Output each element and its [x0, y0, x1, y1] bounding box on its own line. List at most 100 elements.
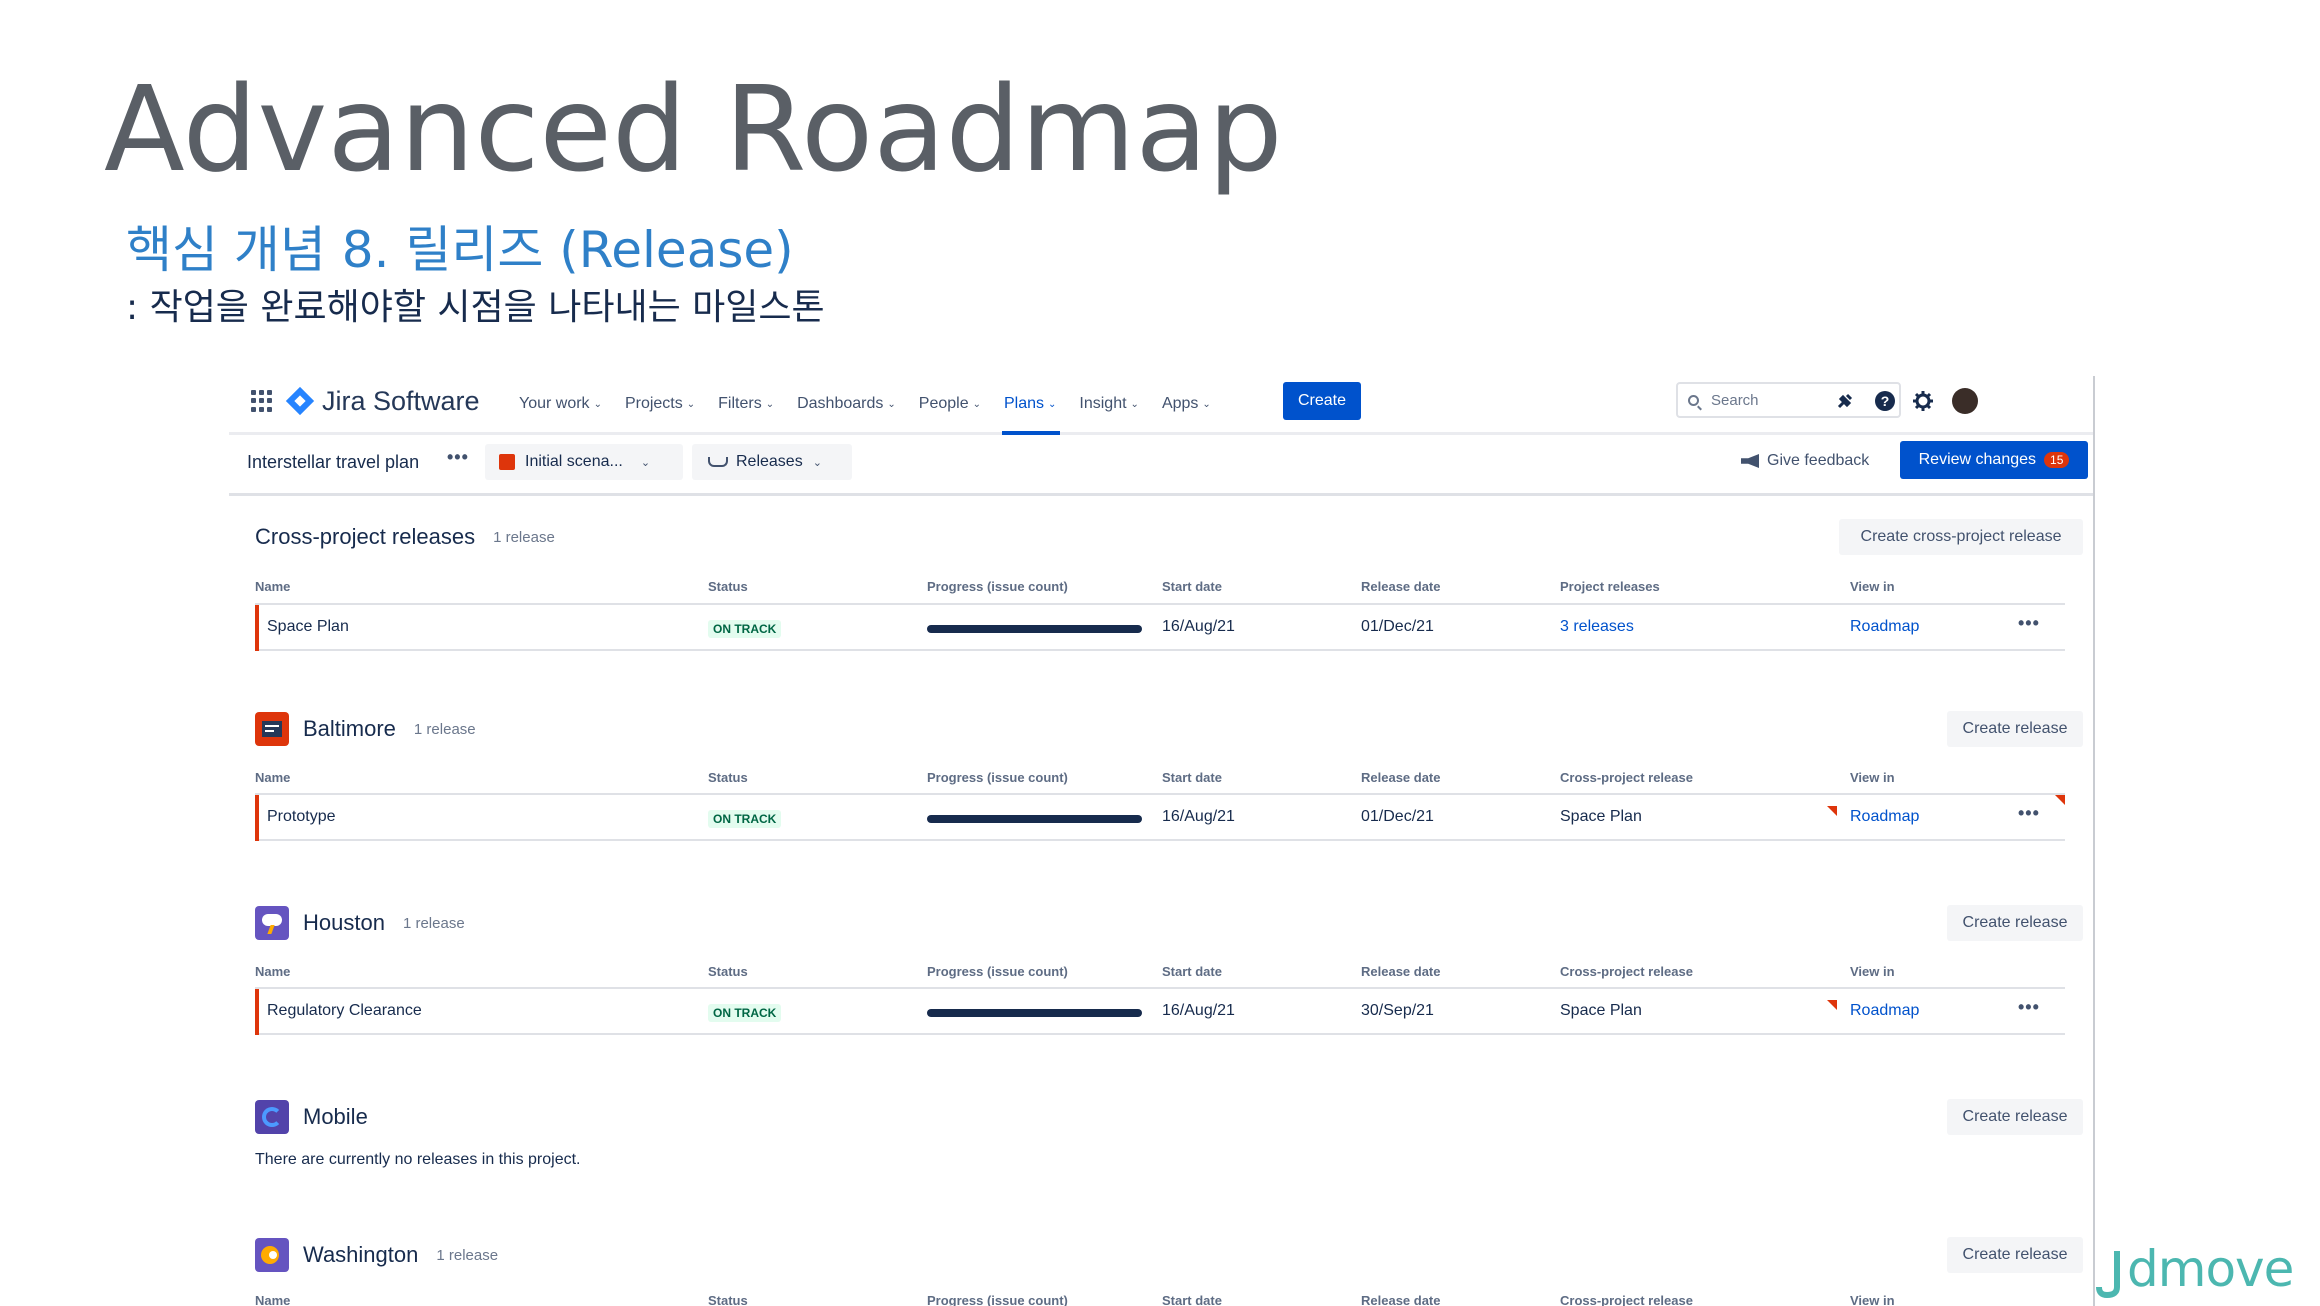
change-flag-icon	[1827, 1000, 1837, 1010]
row-color-bar	[255, 989, 259, 1035]
column-header: View in	[1850, 964, 1895, 979]
table-row[interactable]: Regulatory Clearance ON TRACK 16/Aug/21 …	[255, 989, 2065, 1035]
status-badge: ON TRACK	[708, 620, 782, 638]
scenario-label: Initial scena...	[525, 453, 623, 470]
column-header: Name	[255, 770, 291, 785]
chevron-down-icon: ⌄	[1130, 398, 1139, 410]
cross-project-release: Space Plan	[1560, 808, 1642, 825]
progress-bar	[927, 625, 1142, 633]
project-releases-link[interactable]: 3 releases	[1560, 618, 1634, 636]
section-title: Houston	[303, 910, 385, 935]
nav-your-work[interactable]: Your work ⌄	[519, 376, 602, 432]
nav-insight[interactable]: Insight ⌄	[1079, 376, 1139, 432]
section-title: Washington	[303, 1242, 419, 1267]
column-header: Status	[708, 1293, 748, 1306]
chevron-down-icon: ⌄	[812, 456, 822, 469]
svg-text:?: ?	[1881, 393, 1890, 409]
create-release-button[interactable]: Create release	[1947, 1237, 2083, 1273]
start-date: 16/Aug/21	[1162, 1002, 1235, 1019]
create-release-button[interactable]: Create release	[1947, 1099, 2083, 1135]
cross-project-release: Space Plan	[1560, 1002, 1642, 1019]
review-count-badge: 15	[2044, 452, 2070, 468]
column-header: Progress (issue count)	[927, 1293, 1068, 1306]
jira-logo[interactable]: Jira Software	[285, 386, 480, 416]
nav-plans[interactable]: Plans ⌄	[1001, 376, 1061, 435]
megaphone-icon	[1741, 454, 1759, 468]
plan-name[interactable]: Interstellar travel plan	[247, 452, 419, 473]
column-header: Status	[708, 964, 748, 979]
slide-description: : 작업을 완료해야할 시점을 나타내는 마일스톤	[126, 287, 825, 328]
column-header: Start date	[1162, 770, 1222, 785]
create-cross-project-release-button[interactable]: Create cross-project release	[1839, 519, 2083, 555]
release-date: 01/Dec/21	[1361, 618, 1434, 635]
release-count: 1 release	[436, 1246, 499, 1264]
column-header: Progress (issue count)	[927, 770, 1068, 785]
nav-filters[interactable]: Filters ⌄	[718, 376, 774, 432]
mobile-project-icon	[255, 1100, 289, 1134]
column-header: Status	[708, 770, 748, 785]
chevron-down-icon: ⌄	[1048, 398, 1057, 410]
releases-dropdown[interactable]: Releases ⌄	[692, 444, 852, 480]
status-badge: ON TRACK	[708, 1004, 782, 1022]
column-header: Cross-project release	[1560, 964, 1693, 979]
feedback-label: Give feedback	[1767, 452, 1870, 469]
column-header: Cross-project release	[1560, 770, 1693, 785]
help-icon[interactable]: ?	[1873, 389, 1897, 413]
release-name[interactable]: Prototype	[267, 808, 335, 826]
column-header: Progress (issue count)	[927, 579, 1068, 594]
column-header: Name	[255, 579, 291, 594]
slide-title: Advanced Roadmap	[104, 60, 1283, 198]
nav-projects[interactable]: Projects ⌄	[625, 376, 695, 432]
plan-more-icon[interactable]: •••	[447, 447, 469, 468]
user-avatar[interactable]	[1952, 388, 1978, 414]
roadmap-link[interactable]: Roadmap	[1850, 618, 1919, 636]
column-header: Name	[255, 964, 291, 979]
column-header: Release date	[1361, 1293, 1441, 1306]
baltimore-project-icon	[255, 712, 289, 746]
chevron-down-icon: ⌄	[887, 398, 896, 410]
column-header: Name	[255, 1293, 291, 1306]
notifications-icon[interactable]	[1833, 389, 1857, 413]
search-icon	[1688, 394, 1699, 406]
roadmap-link[interactable]: Roadmap	[1850, 1002, 1919, 1020]
change-flag-icon	[1827, 806, 1837, 816]
watermark-text: dmove	[2127, 1240, 2294, 1298]
give-feedback-button[interactable]: Give feedback	[1741, 452, 1869, 470]
slide-subtitle: 핵심 개념 8. 릴리즈 (Release)	[126, 221, 794, 279]
more-icon[interactable]: •••	[2018, 997, 2040, 1018]
release-count: 1 release	[493, 528, 555, 546]
screenshot-border	[2093, 376, 2095, 1306]
scenario-dropdown[interactable]: Initial scena... ⌄	[485, 444, 683, 480]
chevron-down-icon: ⌄	[972, 398, 981, 410]
create-button[interactable]: Create	[1283, 382, 1361, 420]
section-title: Baltimore	[303, 716, 396, 741]
dmove-logo-icon	[2096, 1250, 2120, 1298]
release-date: 01/Dec/21	[1361, 808, 1434, 825]
column-header: Progress (issue count)	[927, 964, 1068, 979]
review-label: Review changes	[1918, 451, 2037, 468]
search-placeholder: Search	[1711, 391, 1759, 409]
nav-apps[interactable]: Apps ⌄	[1162, 376, 1211, 432]
table-row[interactable]: Space Plan ON TRACK 16/Aug/21 01/Dec/21 …	[255, 605, 2065, 651]
settings-icon[interactable]	[1911, 389, 1935, 413]
plan-toolbar: Interstellar travel plan ••• Initial sce…	[229, 435, 2094, 496]
release-date: 30/Sep/21	[1361, 1002, 1434, 1019]
nav-dashboards[interactable]: Dashboards ⌄	[797, 376, 896, 432]
release-name[interactable]: Space Plan	[267, 618, 349, 636]
more-icon[interactable]: •••	[2018, 803, 2040, 824]
create-release-button[interactable]: Create release	[1947, 905, 2083, 941]
review-changes-button[interactable]: Review changes 15	[1900, 441, 2088, 479]
row-color-bar	[255, 605, 259, 651]
column-header: Release date	[1361, 579, 1441, 594]
nav-people[interactable]: People ⌄	[919, 376, 981, 432]
column-header: Release date	[1361, 964, 1441, 979]
search-input[interactable]: Search	[1676, 382, 1901, 418]
create-release-button[interactable]: Create release	[1947, 711, 2083, 747]
roadmap-link[interactable]: Roadmap	[1850, 808, 1919, 826]
app-switcher-icon[interactable]	[251, 390, 273, 412]
more-icon[interactable]: •••	[2018, 613, 2040, 634]
column-header: Start date	[1162, 579, 1222, 594]
scenario-color-icon	[499, 454, 515, 470]
table-row[interactable]: Prototype ON TRACK 16/Aug/21 01/Dec/21 S…	[255, 795, 2065, 841]
release-name[interactable]: Regulatory Clearance	[267, 1002, 422, 1020]
